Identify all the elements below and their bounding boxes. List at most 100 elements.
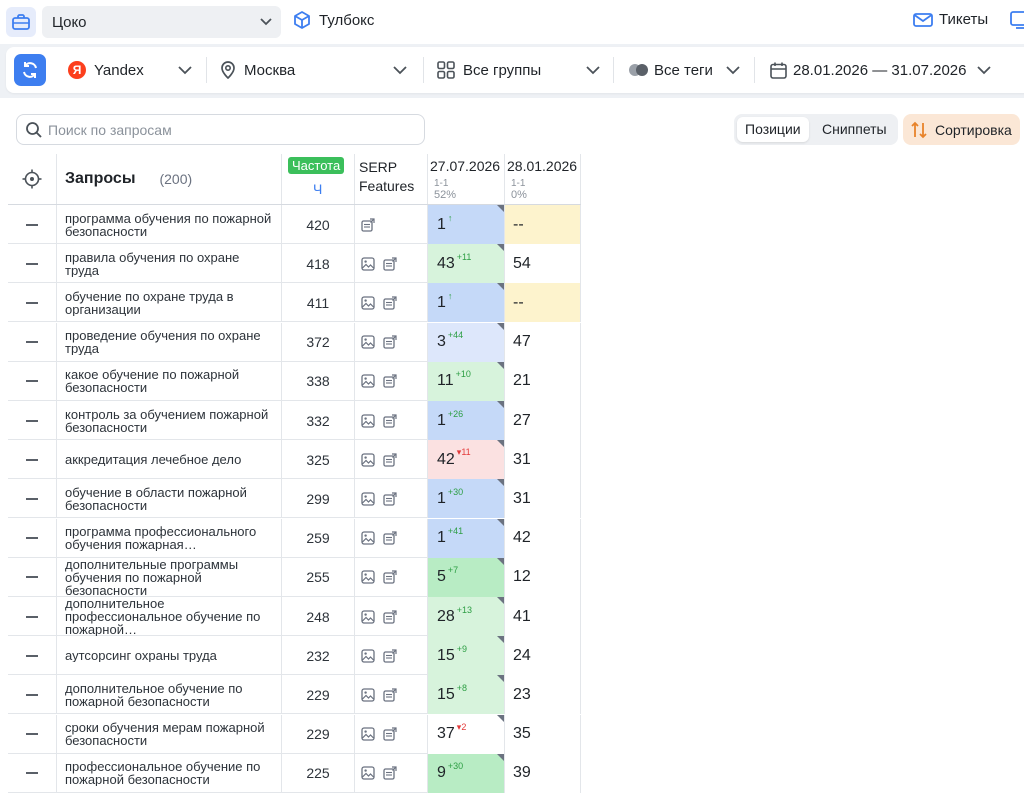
- query-cell[interactable]: профессиональное обучение по пожарной бе…: [57, 753, 282, 793]
- position-cell-previous[interactable]: 27: [505, 401, 581, 440]
- position-cell-current[interactable]: 42 ▾11: [428, 440, 505, 480]
- engine-select[interactable]: Я Yandex: [68, 47, 144, 93]
- table-row[interactable]: профессиональное обучение по пожарной бе…: [8, 753, 581, 793]
- position-cell-current[interactable]: 11 +10: [428, 361, 505, 401]
- position-cell-previous[interactable]: 39: [505, 753, 581, 793]
- row-select-cell[interactable]: [8, 401, 57, 440]
- row-select-cell[interactable]: [8, 753, 57, 793]
- position-cell-previous[interactable]: 42: [505, 518, 581, 558]
- date-column-2-header[interactable]: 28.01.2026 1-1 0%: [505, 154, 581, 204]
- sort-button[interactable]: Сортировка: [903, 114, 1020, 145]
- search-input[interactable]: Поиск по запросам: [16, 114, 425, 145]
- row-select-cell[interactable]: [8, 518, 57, 558]
- chevron-down-icon[interactable]: [976, 63, 992, 77]
- row-select-cell[interactable]: [8, 244, 57, 284]
- query-cell[interactable]: сроки обучения мерам пожарной безопаснос…: [57, 714, 282, 754]
- row-select-cell[interactable]: [8, 597, 57, 636]
- position-cell-current[interactable]: 15 +8: [428, 675, 505, 715]
- tickets-link[interactable]: Тикеты: [913, 11, 988, 28]
- position-cell-current[interactable]: 1 +26: [428, 401, 505, 440]
- position-cell-previous[interactable]: 24: [505, 636, 581, 676]
- position-cell-previous[interactable]: 31: [505, 440, 581, 480]
- row-select-cell[interactable]: [8, 714, 57, 754]
- query-cell[interactable]: правила обучения по охране труда: [57, 244, 282, 284]
- row-select-cell[interactable]: [8, 205, 57, 244]
- table-row[interactable]: аккредитация лечебное дело 325 42 ▾11 31: [8, 440, 581, 480]
- queries-header[interactable]: Запросы (200): [57, 154, 282, 204]
- query-cell[interactable]: аутсорсинг охраны труда: [57, 636, 282, 676]
- groups-select[interactable]: Все группы: [437, 47, 541, 93]
- refresh-button[interactable]: [14, 54, 46, 86]
- position-cell-current[interactable]: 37 ▾2: [428, 714, 505, 754]
- region-select[interactable]: Москва: [220, 47, 295, 93]
- table-row[interactable]: обучение по охране труда в организации 4…: [8, 283, 581, 323]
- position-cell-previous[interactable]: --: [505, 283, 581, 323]
- row-select-cell[interactable]: [8, 557, 57, 597]
- query-cell[interactable]: обучение по охране труда в организации: [57, 283, 282, 323]
- query-cell[interactable]: дополнительное профессиональное обучение…: [57, 597, 282, 636]
- query-cell[interactable]: программа профессионального обучения пож…: [57, 518, 282, 558]
- query-cell[interactable]: контроль за обучением пожарной безопасно…: [57, 401, 282, 440]
- chevron-down-icon[interactable]: [585, 63, 601, 77]
- query-cell[interactable]: аккредитация лечебное дело: [57, 440, 282, 480]
- table-row[interactable]: дополнительное обучение по пожарной безо…: [8, 675, 581, 715]
- query-cell[interactable]: какое обучение по пожарной безопасности: [57, 361, 282, 401]
- tab-snippets[interactable]: Сниппеты: [814, 117, 895, 142]
- date-column-1-header[interactable]: 27.07.2026 1-1 52%: [428, 154, 505, 204]
- query-cell[interactable]: обучение в области пожарной безопасности: [57, 479, 282, 519]
- query-cell[interactable]: программа обучения по пожарной безопасно…: [57, 205, 282, 244]
- date-range-select[interactable]: 28.01.2026 — 31.07.2026: [770, 47, 966, 93]
- position-cell-current[interactable]: 9 +30: [428, 753, 505, 793]
- monitor-icon[interactable]: [1010, 10, 1024, 35]
- position-cell-current[interactable]: 28 +13: [428, 597, 505, 636]
- position-cell-current[interactable]: 3 +44: [428, 322, 505, 362]
- position-cell-previous[interactable]: 12: [505, 557, 581, 597]
- toolbox-link[interactable]: Тулбокс: [292, 10, 374, 30]
- table-row[interactable]: аутсорсинг охраны труда 232 15 +9 24: [8, 636, 581, 676]
- query-cell[interactable]: проведение обучения по охране труда: [57, 322, 282, 362]
- chevron-down-icon[interactable]: [177, 63, 193, 77]
- query-cell[interactable]: дополнительные программы обучения по пож…: [57, 557, 282, 597]
- position-cell-current[interactable]: 43 +11: [428, 244, 505, 284]
- query-cell[interactable]: дополнительное обучение по пожарной безо…: [57, 675, 282, 715]
- table-row[interactable]: обучение в области пожарной безопасности…: [8, 479, 581, 519]
- row-select-cell[interactable]: [8, 440, 57, 480]
- select-all-cell[interactable]: [8, 154, 57, 204]
- briefcase-icon[interactable]: [6, 7, 36, 37]
- row-select-cell[interactable]: [8, 675, 57, 715]
- frequency-header[interactable]: Частота Ч: [282, 154, 355, 204]
- row-select-cell[interactable]: [8, 283, 57, 323]
- position-cell-current[interactable]: 1 ↑: [428, 205, 505, 244]
- position-cell-previous[interactable]: 21: [505, 361, 581, 401]
- tab-positions[interactable]: Позиции: [737, 117, 809, 142]
- row-select-cell[interactable]: [8, 322, 57, 362]
- chevron-down-icon[interactable]: [392, 63, 408, 77]
- chevron-down-icon[interactable]: [725, 63, 741, 77]
- position-cell-current[interactable]: 1 +30: [428, 479, 505, 519]
- position-cell-previous[interactable]: 31: [505, 479, 581, 519]
- table-row[interactable]: контроль за обучением пожарной безопасно…: [8, 401, 581, 440]
- position-cell-previous[interactable]: --: [505, 205, 581, 244]
- table-row[interactable]: дополнительное профессиональное обучение…: [8, 597, 581, 636]
- row-select-cell[interactable]: [8, 479, 57, 519]
- project-select[interactable]: Цоко: [42, 6, 281, 38]
- table-row[interactable]: правила обучения по охране труда 418 43 …: [8, 244, 581, 284]
- row-select-cell[interactable]: [8, 636, 57, 676]
- position-cell-previous[interactable]: 41: [505, 597, 581, 636]
- table-row[interactable]: какое обучение по пожарной безопасности …: [8, 361, 581, 401]
- position-cell-current[interactable]: 5 +7: [428, 557, 505, 597]
- position-cell-current[interactable]: 1 +41: [428, 518, 505, 558]
- position-cell-previous[interactable]: 35: [505, 714, 581, 754]
- position-cell-previous[interactable]: 47: [505, 322, 581, 362]
- position-cell-current[interactable]: 1 ↑: [428, 283, 505, 323]
- position-cell-previous[interactable]: 54: [505, 244, 581, 284]
- row-select-cell[interactable]: [8, 361, 57, 401]
- table-row[interactable]: сроки обучения мерам пожарной безопаснос…: [8, 714, 581, 754]
- table-row[interactable]: дополнительные программы обучения по пож…: [8, 557, 581, 597]
- table-row[interactable]: программа обучения по пожарной безопасно…: [8, 205, 581, 244]
- position-cell-previous[interactable]: 23: [505, 675, 581, 715]
- table-row[interactable]: проведение обучения по охране труда 372 …: [8, 322, 581, 362]
- tags-select[interactable]: Все теги: [628, 47, 713, 93]
- position-cell-current[interactable]: 15 +9: [428, 636, 505, 676]
- table-row[interactable]: программа профессионального обучения пож…: [8, 518, 581, 558]
